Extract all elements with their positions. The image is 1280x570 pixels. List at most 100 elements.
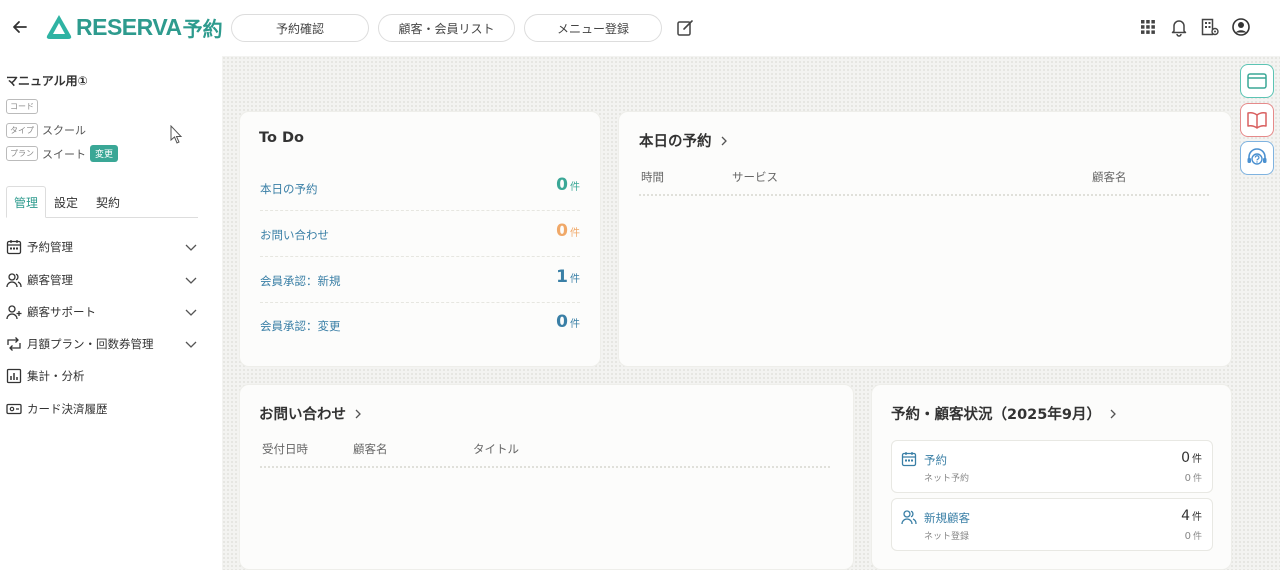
status-card: 予約・顧客状況（2025年9月） 予約 ネット予約 0件 0件 新規顧客 ネット… [871,384,1232,570]
sidebar-item-analytics[interactable]: 集計・分析 [6,364,200,388]
back-arrow-icon[interactable] [10,16,30,38]
sidebar-item-monthly-plan[interactable]: 月額プラン・回数券管理 [6,332,200,356]
status-reservation[interactable]: 予約 ネット予約 0件 0件 [891,440,1213,493]
sidebar-tabs: 管理 設定 契約 [6,186,198,218]
sidebar-item-customer-support[interactable]: 顧客サポート [6,300,200,324]
tab-settings[interactable]: 設定 [46,186,86,218]
column-header-title: タイトル [473,442,519,456]
todo-label: お問い合わせ [260,228,329,242]
status-value: 4件 [1181,508,1202,524]
sidebar-item-label: カード決済履歴 [27,402,108,416]
sidebar: マニュアル用① コード タイプ スクール プラン スイート 変更 管理 設定 契… [0,56,222,570]
inquiry-title-link[interactable]: お問い合わせ [259,403,364,424]
sidebar-item-customers[interactable]: 顧客管理 [6,268,200,292]
sidebar-item-label: 顧客管理 [27,273,73,287]
users-icon [6,273,22,288]
code-tag: コード [6,99,38,114]
status-new-customers[interactable]: 新規顧客 ネット登録 4件 0件 [891,498,1213,551]
sidebar-item-label: 顧客サポート [27,305,96,319]
chevron-down-icon [185,277,197,284]
user-support-icon [6,305,22,320]
plan-value: スイート [42,147,86,161]
type-value: スクール [42,124,86,137]
sidebar-item-label: 予約管理 [27,240,73,254]
status-subvalue: 0件 [1184,531,1202,542]
type-tag: タイプ [6,122,38,138]
card-icon [6,403,22,415]
todo-title: To Do [259,130,304,146]
bell-icon[interactable] [1169,17,1189,37]
todo-row-member-new[interactable]: 会員承認：新規 1件 [260,257,580,303]
help-headset-icon [1247,148,1267,165]
chevron-right-icon [355,409,361,418]
edit-icon[interactable] [675,18,695,38]
menu-register-button[interactable]: メニュー登録 [524,14,662,42]
todo-value: 0件 [556,312,580,332]
todo-row-today[interactable]: 本日の予約 0件 [260,165,580,211]
tab-manage[interactable]: 管理 [6,186,46,218]
status-subvalue: 0件 [1184,473,1202,484]
dashboard-area: To Do 本日の予約 0件 お問い合わせ 0件 会員承認：新規 1件 会員承認… [222,56,1280,570]
status-title-link[interactable]: 予約・顧客状況（2025年9月） [891,403,1119,424]
column-header-received: 受付日時 [262,442,308,456]
table-divider [260,466,830,468]
book-icon [1247,112,1267,129]
plan-row: プラン スイート 変更 [6,145,119,162]
status-sublabel: ネット登録 [924,532,970,542]
status-value: 0件 [1181,450,1202,466]
repeat-icon [7,337,21,351]
inquiry-card: お問い合わせ 受付日時 顧客名 タイトル [239,384,854,570]
help-support-button[interactable] [1240,141,1274,175]
calendar-icon [901,452,917,467]
sidebar-item-card-payments[interactable]: カード決済履歴 [6,397,200,421]
chevron-down-icon [185,309,197,316]
users-icon [901,510,917,525]
plan-tag: プラン [6,146,38,161]
status-sublabel: ネット予約 [924,474,970,484]
app-logo[interactable]: RESERVA 予約 [46,12,223,42]
table-divider [639,194,1209,196]
code-row: コード [6,99,42,114]
user-account-icon[interactable] [1231,17,1251,37]
todo-label: 会員承認：変更 [260,319,341,333]
todo-value: 0件 [556,175,580,195]
sidebar-item-label: 集計・分析 [27,369,85,383]
todo-label: 会員承認：新規 [260,274,341,288]
column-header-time: 時間 [641,170,664,184]
sidebar-item-reservation[interactable]: 予約管理 [6,235,200,259]
browser-window-icon [1247,73,1267,89]
store-name: マニュアル用① [6,74,88,88]
change-plan-button[interactable]: 変更 [90,145,119,162]
browser-window-button[interactable] [1240,64,1274,98]
chevron-down-icon [185,341,197,348]
bar-chart-icon [6,368,22,384]
building-settings-icon[interactable] [1200,17,1220,37]
column-header-customer: 顧客名 [1092,170,1127,184]
logo-text: RESERVA [76,13,182,40]
todo-card: To Do 本日の予約 0件 お問い合わせ 0件 会員承認：新規 1件 会員承認… [239,111,601,367]
logo-mark-icon [46,15,72,39]
manual-book-button[interactable] [1240,103,1274,137]
chevron-down-icon [185,244,197,251]
today-title-link[interactable]: 本日の予約 [639,130,730,151]
customer-list-button[interactable]: 顧客・会員リスト [378,14,515,42]
column-header-service: サービス [732,170,778,184]
top-header: RESERVA 予約 予約確認 顧客・会員リスト メニュー登録 [0,0,1280,56]
type-row: タイプ スクール [6,122,86,138]
chevron-right-icon [1110,409,1116,418]
chevron-right-icon [721,136,727,145]
today-title: 本日の予約 [639,134,712,150]
todo-row-inquiry[interactable]: お問い合わせ 0件 [260,211,580,257]
calendar-icon [6,240,22,255]
todo-label: 本日の予約 [260,182,318,196]
todo-row-member-change[interactable]: 会員承認：変更 0件 [260,302,580,348]
status-title: 予約・顧客状況（2025年9月） [891,407,1101,423]
sidebar-item-label: 月額プラン・回数券管理 [27,337,154,351]
mouse-cursor-icon [170,125,183,144]
logo-subtext: 予約 [182,16,223,41]
tab-contract[interactable]: 契約 [86,186,130,218]
todo-value: 0件 [556,221,580,241]
apps-grid-icon[interactable] [1138,17,1158,37]
todo-value: 1件 [556,267,580,287]
reservation-check-button[interactable]: 予約確認 [231,14,369,42]
